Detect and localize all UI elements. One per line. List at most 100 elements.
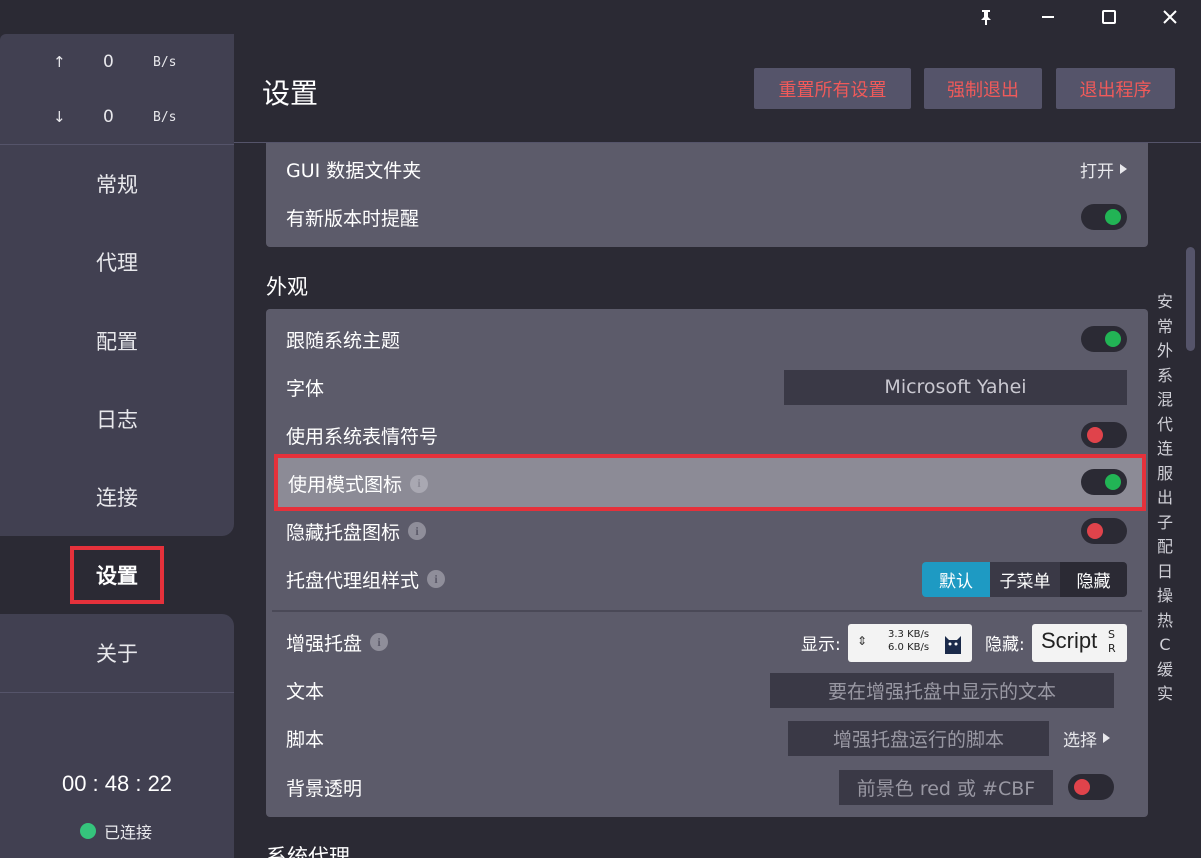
sort-icon: ⇕	[857, 634, 868, 648]
section-index-item[interactable]: 热	[1155, 609, 1175, 634]
chevron-right-icon	[1103, 733, 1110, 743]
open-folder-link[interactable]: 打开	[1080, 157, 1127, 182]
update-notify-label: 有新版本时提醒	[286, 207, 420, 230]
display-label: 显示:	[801, 634, 841, 655]
choose-script-link[interactable]: 选择	[1063, 726, 1110, 751]
font-input[interactable]: Microsoft Yahei	[784, 369, 1127, 405]
preview-download: 6.0 KB/s	[888, 642, 930, 653]
system-emoji-toggle[interactable]	[1081, 422, 1127, 448]
mode-icon-text: 使用模式图标	[288, 474, 403, 496]
hide-label: 隐藏:	[985, 634, 1025, 655]
section-index-item[interactable]: 系	[1155, 364, 1175, 389]
upload-arrow-icon: ↑	[53, 53, 66, 71]
uptime-timer: 00 : 48 : 22	[61, 771, 173, 796]
traffic-panel: ↑ 0 B/s ↓ 0 B/s	[0, 34, 234, 144]
tray-script-preview[interactable]: Script S R	[1032, 624, 1127, 662]
info-icon[interactable]: i	[408, 522, 427, 540]
script-label: 脚本	[286, 728, 325, 751]
tray-text-input[interactable]: 要在增强托盘中显示的文本	[770, 672, 1114, 708]
section-index-item[interactable]: 常	[1155, 315, 1175, 340]
follow-theme-row: 跟随系统主题	[266, 315, 1148, 363]
system-proxy-title: 系统代理	[266, 845, 350, 858]
reset-all-button[interactable]: 重置所有设置	[754, 68, 911, 109]
quit-button[interactable]: 退出程序	[1056, 68, 1175, 109]
close-button[interactable]	[1139, 0, 1201, 34]
tray-proxy-style-segmented: 默认 子菜单 隐藏	[922, 561, 1127, 597]
system-emoji-row: 使用系统表情符号	[266, 411, 1148, 459]
nav-item-settings[interactable]: 设置	[0, 536, 234, 614]
minimize-button[interactable]	[1017, 0, 1079, 34]
segment-default[interactable]: 默认	[922, 561, 990, 597]
section-index-item[interactable]: 缓	[1155, 658, 1175, 683]
chevron-right-icon	[1120, 164, 1127, 174]
follow-theme-toggle[interactable]	[1081, 326, 1127, 352]
choose-script-label: 选择	[1063, 730, 1097, 751]
upload-unit: B/s	[153, 54, 177, 70]
connection-label: 已连接	[104, 823, 153, 842]
section-index-item[interactable]: 子	[1155, 511, 1175, 536]
section-index-item[interactable]: 外	[1155, 339, 1175, 364]
section-index-item[interactable]: 日	[1155, 560, 1175, 585]
toggle-knob	[1105, 209, 1121, 225]
upload-speed: ↑ 0 B/s	[0, 47, 234, 77]
pin-icon[interactable]	[955, 0, 1017, 34]
download-speed: ↓ 0 B/s	[0, 102, 234, 132]
nav-item-logs[interactable]: 日志	[0, 380, 234, 458]
info-icon[interactable]: i	[370, 633, 389, 651]
force-quit-button[interactable]: 强制退出	[924, 68, 1042, 109]
follow-theme-label: 跟随系统主题	[286, 329, 401, 352]
section-index-item[interactable]: 出	[1155, 486, 1175, 511]
tray-script-input[interactable]: 增强托盘运行的脚本	[788, 720, 1049, 756]
nav-item-proxy[interactable]: 代理	[0, 223, 234, 301]
tray-preview[interactable]: ⇕ 3.3 KB/s 6.0 KB/s	[848, 624, 972, 662]
mode-icon-row: 使用模式图标 i	[274, 454, 1146, 511]
download-value: 0	[103, 107, 114, 127]
section-index-item[interactable]: 连	[1155, 437, 1175, 462]
enhanced-tray-row: 增强托盘 i 显示: 隐藏:	[266, 618, 1148, 666]
hide-tray-toggle[interactable]	[1081, 518, 1127, 544]
download-arrow-icon: ↓	[53, 108, 66, 126]
text-row: 文本 要在增强托盘中显示的文本	[266, 666, 1148, 714]
segment-submenu[interactable]: 子菜单	[990, 561, 1060, 597]
nav-item-connections[interactable]: 连接	[0, 458, 234, 536]
info-icon[interactable]: i	[410, 474, 429, 493]
update-notify-toggle[interactable]	[1081, 204, 1127, 230]
divider	[0, 692, 234, 693]
mode-icon-toggle[interactable]	[1081, 469, 1127, 495]
title-bar	[0, 0, 1201, 34]
segment-hide[interactable]: 隐藏	[1060, 561, 1127, 597]
hide-tray-label: 隐藏托盘图标 i	[286, 518, 427, 545]
update-notify-row: 有新版本时提醒	[266, 193, 1148, 241]
appearance-title: 外观	[266, 275, 308, 299]
open-folder-label: 打开	[1080, 161, 1114, 182]
section-index-item[interactable]: 配	[1155, 535, 1175, 560]
section-index-item[interactable]: 安	[1155, 290, 1175, 315]
nav-item-profiles[interactable]: 配置	[0, 302, 234, 380]
text-label: 文本	[286, 680, 325, 703]
enhanced-tray-text: 增强托盘	[286, 632, 363, 655]
divider	[272, 610, 1142, 612]
connection-status: 已连接	[80, 819, 152, 843]
appearance-card: 跟随系统主题 字体 Microsoft Yahei 使用系统表情符号 隐藏托盘图…	[266, 309, 1148, 817]
section-index-item[interactable]: 实	[1155, 682, 1175, 707]
info-icon[interactable]: i	[427, 570, 446, 588]
nav-lower: 关于 00 : 48 : 22 已连接	[0, 614, 234, 858]
gui-folder-row: GUI 数据文件夹 打开	[266, 145, 1148, 193]
font-label: 字体	[286, 377, 325, 400]
section-index-item[interactable]: 混	[1155, 388, 1175, 413]
section-index-item[interactable]: C	[1155, 633, 1175, 658]
nav-item-about[interactable]: 关于	[0, 614, 234, 692]
general-card: GUI 数据文件夹 打开 有新版本时提醒	[266, 143, 1148, 247]
preview-upload: 3.3 KB/s	[888, 629, 930, 640]
section-index-item[interactable]: 操	[1155, 584, 1175, 609]
hide-tray-row: 隐藏托盘图标 i	[266, 507, 1148, 555]
nav-item-general[interactable]: 常规	[0, 145, 234, 223]
bg-transparent-toggle[interactable]	[1068, 774, 1114, 800]
maximize-button[interactable]	[1078, 0, 1140, 34]
toggle-knob	[1087, 523, 1103, 539]
section-index-item[interactable]: 服	[1155, 462, 1175, 487]
section-index-item[interactable]: 代	[1155, 413, 1175, 438]
fg-color-input[interactable]: 前景色 red 或 #CBF	[839, 769, 1053, 805]
scrollbar-thumb[interactable]	[1186, 247, 1195, 351]
toggle-knob	[1074, 779, 1090, 795]
